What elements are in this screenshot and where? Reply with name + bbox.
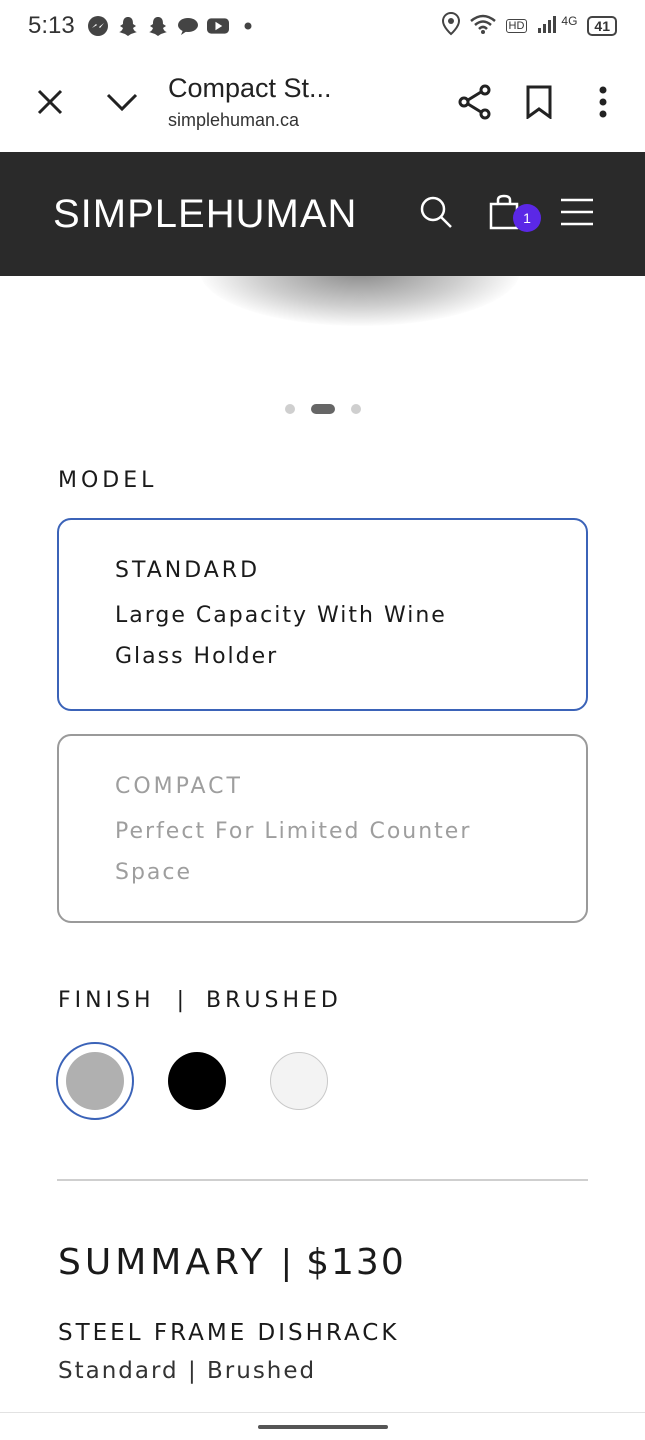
summary-price: $130 [306,1242,406,1283]
page-url: simplehuman.ca [168,110,300,130]
wifi-icon [469,14,496,38]
search-icon [420,196,452,228]
model-option-desc-line: Perfect For Limited Counter [115,819,472,844]
snapchat-icon [117,15,139,37]
close-tab-button[interactable] [18,70,82,134]
swatch-black-color [168,1052,226,1110]
product-name: STEEL FRAME DISHRACK [58,1320,400,1346]
browser-actions [443,70,635,134]
page-title: Compact St... [168,73,332,103]
page-title-block[interactable]: Compact St... simplehuman.ca [168,73,388,131]
chevron-down-icon [106,93,138,112]
product-image-shadow [200,276,520,326]
chat-icon [177,15,199,37]
swatch-brushed[interactable] [56,1042,134,1120]
hd-icon: HD [505,19,528,33]
model-option-standard[interactable]: STANDARD Large Capacity With Wine Glass … [57,518,588,711]
close-icon [37,89,63,115]
search-button[interactable] [419,195,453,233]
model-option-description: Large Capacity With Wine Glass Holder [115,595,532,677]
snapchat-icon [147,15,169,37]
bookmark-button[interactable] [507,70,571,134]
carousel-dots [0,404,645,414]
carousel-dot[interactable] [350,404,361,414]
model-section-label: MODEL [58,468,158,493]
site-header: SIMPLEHUMAN 1 [0,152,645,276]
finish-selected-value: BRUSHED [206,988,342,1013]
bottom-divider [0,1412,645,1413]
cart-button[interactable]: 1 [489,194,541,234]
more-vertical-icon [599,86,607,118]
more-notifications-dot [237,15,259,37]
finish-separator: | [176,988,189,1013]
finish-label: FINISH [58,988,155,1013]
finish-swatches [56,1042,362,1120]
cart-count-badge: 1 [513,204,541,232]
model-option-desc-line: Space [115,860,193,885]
youtube-icon [206,15,229,37]
minimize-button[interactable] [90,70,154,134]
summary-separator: | [280,1243,293,1283]
carousel-dot[interactable] [284,404,295,414]
model-option-description: Perfect For Limited Counter Space [115,811,532,893]
swatch-brushed-color [66,1052,124,1110]
notification-icons [87,15,259,37]
model-option-title: COMPACT [115,774,243,799]
model-option-title: STANDARD [115,558,261,583]
location-icon [441,11,460,40]
model-option-desc-line: Glass Holder [115,644,279,669]
share-button[interactable] [443,70,507,134]
model-option-desc-line: Large Capacity With Wine [115,603,447,628]
finish-header: FINISH | BRUSHED [58,988,342,1013]
menu-button[interactable] [561,198,593,230]
carousel-dot-active[interactable] [310,404,335,414]
hamburger-menu-icon [561,198,593,226]
summary-header: SUMMARY | $130 [58,1242,406,1283]
status-time: 5:13 [28,12,75,39]
section-divider [57,1179,588,1181]
share-icon [458,84,491,120]
summary-title: SUMMARY [58,1242,267,1283]
header-actions: 1 [419,194,593,234]
model-option-compact[interactable]: COMPACT Perfect For Limited Counter Spac… [57,734,588,923]
browser-toolbar: Compact St... simplehuman.ca [0,52,645,152]
messenger-icon [87,15,109,37]
brand-logo[interactable]: SIMPLEHUMAN [53,192,357,237]
bookmark-icon [526,85,552,119]
product-variant: Standard | Brushed [58,1358,317,1384]
battery-icon: 41 [587,16,617,36]
network-type: 4G [561,14,578,28]
swatch-white[interactable] [260,1042,338,1120]
status-right: HD 4G 41 [441,11,617,40]
swatch-white-color [270,1052,328,1110]
signal-icon [537,14,559,38]
swatch-black[interactable] [158,1042,236,1120]
product-image[interactable] [0,276,645,366]
more-options-button[interactable] [571,70,635,134]
status-bar: 5:13 HD 4G 41 [0,0,645,52]
home-indicator[interactable] [258,1425,388,1429]
